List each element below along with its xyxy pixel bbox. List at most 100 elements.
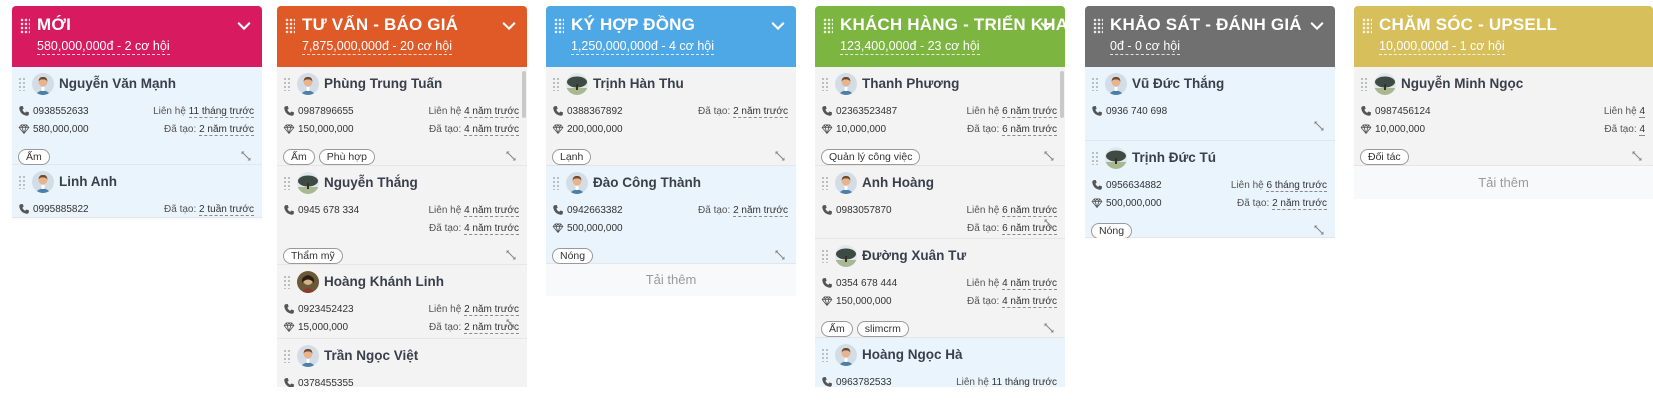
tag[interactable]: slimcrm xyxy=(856,321,909,337)
card-drag-handle-icon[interactable] xyxy=(821,249,829,263)
card-drag-handle-icon[interactable] xyxy=(283,176,291,190)
column-header[interactable]: MỚI 580,000,000đ - 2 cơ hội xyxy=(12,6,262,67)
expand-icon[interactable] xyxy=(505,248,517,260)
card-name[interactable]: Vũ Đức Thắng xyxy=(1132,76,1224,91)
phone-value[interactable]: 0945 678 334 xyxy=(298,205,359,216)
tag[interactable]: Quản lý công việc xyxy=(821,149,921,165)
phone-value[interactable]: 0942663382 xyxy=(567,205,623,216)
expand-icon[interactable] xyxy=(505,149,517,161)
opportunity-card[interactable]: Hoàng Khánh Linh 0923452423 Liên hệ 2 năm … xyxy=(277,265,527,339)
tag[interactable]: Nóng xyxy=(1091,223,1133,238)
opportunity-card[interactable]: Hoàng Ngọc Hà 0963782533 Liên hệ 11 tháng … xyxy=(815,338,1065,387)
tag[interactable]: Đối tác xyxy=(1360,149,1409,165)
expand-icon[interactable] xyxy=(1631,149,1643,161)
expand-icon[interactable] xyxy=(1043,217,1055,229)
scrollbar[interactable] xyxy=(522,71,526,118)
drag-handle-icon[interactable] xyxy=(1093,18,1103,34)
drag-handle-icon[interactable] xyxy=(823,18,833,34)
opportunity-card[interactable]: Vũ Đức Thắng 0936 740 698 xyxy=(1085,67,1335,141)
drag-handle-icon[interactable] xyxy=(1362,18,1372,34)
card-name[interactable]: Linh Anh xyxy=(59,174,117,189)
card-name[interactable]: Trần Ngọc Việt xyxy=(324,348,418,363)
card-name[interactable]: Hoàng Khánh Linh xyxy=(324,274,444,289)
expand-icon[interactable] xyxy=(1313,119,1325,131)
chevron-down-icon[interactable] xyxy=(237,19,251,33)
opportunity-card[interactable]: Linh Anh 0995885822 Đã tạo: 2 tuần trước xyxy=(12,165,262,218)
card-drag-handle-icon[interactable] xyxy=(1091,151,1099,165)
expand-icon[interactable] xyxy=(774,248,786,260)
chevron-down-icon[interactable] xyxy=(502,19,516,33)
opportunity-card[interactable]: Nguyễn Thắng 0945 678 334 Liên hệ 4 năm tr… xyxy=(277,166,527,265)
phone-value[interactable]: 0963782533 xyxy=(836,377,892,387)
phone-value[interactable]: 0378455355 xyxy=(298,378,354,387)
opportunity-card[interactable]: Nguyễn Văn Mạnh 0938552633 Liên hệ 11 thán… xyxy=(12,67,262,165)
column-header[interactable]: KÝ HỢP ĐỒNG 1,250,000,000đ - 4 cơ hội xyxy=(546,6,796,67)
card-drag-handle-icon[interactable] xyxy=(283,275,291,289)
card-name[interactable]: Hoàng Ngọc Hà xyxy=(862,347,963,362)
phone-value[interactable]: 0354 678 444 xyxy=(836,278,897,289)
card-drag-handle-icon[interactable] xyxy=(283,349,291,363)
phone-value[interactable]: 0995885822 xyxy=(33,204,89,215)
opportunity-card[interactable]: Phùng Trung Tuấn 0987896655 Liên hệ 4 năm … xyxy=(277,67,527,166)
card-name[interactable]: Phùng Trung Tuấn xyxy=(324,76,442,91)
load-more-button[interactable]: Tải thêm xyxy=(546,264,796,296)
tag[interactable]: Lạnh xyxy=(552,149,592,165)
expand-icon[interactable] xyxy=(774,149,786,161)
tag[interactable]: Ấm xyxy=(18,149,50,165)
chevron-down-icon[interactable] xyxy=(1310,19,1324,33)
column-header[interactable]: CHĂM SÓC - UPSELL 10,000,000đ - 1 cơ hội xyxy=(1354,6,1653,67)
opportunity-card[interactable]: Nguyễn Minh Ngọc 0987456124 Liên hệ 4 10,00… xyxy=(1354,67,1653,166)
card-drag-handle-icon[interactable] xyxy=(552,77,560,91)
card-drag-handle-icon[interactable] xyxy=(1360,77,1368,91)
card-name[interactable]: Nguyễn Minh Ngọc xyxy=(1401,76,1523,91)
tag[interactable]: Nóng xyxy=(552,248,594,264)
card-drag-handle-icon[interactable] xyxy=(552,176,560,190)
card-name[interactable]: Đào Công Thành xyxy=(593,175,701,190)
drag-handle-icon[interactable] xyxy=(285,18,295,34)
card-drag-handle-icon[interactable] xyxy=(18,77,26,91)
expand-icon[interactable] xyxy=(240,149,252,161)
opportunity-card[interactable]: Trần Ngọc Việt 0378455355 xyxy=(277,339,527,387)
tag[interactable]: Phù hợp xyxy=(318,149,375,165)
expand-icon[interactable] xyxy=(1043,149,1055,161)
phone-value[interactable]: 0923452423 xyxy=(298,304,354,315)
expand-icon[interactable] xyxy=(1313,223,1325,235)
phone-value[interactable]: 0983057870 xyxy=(836,205,892,216)
drag-handle-icon[interactable] xyxy=(554,18,564,34)
opportunity-card[interactable]: Thanh Phương 02363523487 Liên hệ 6 năm trư… xyxy=(815,67,1065,166)
tag[interactable]: Ấm xyxy=(283,149,315,165)
opportunity-card[interactable]: Trịnh Đức Tú 0956634882 Liên hệ 6 tháng tr… xyxy=(1085,141,1335,238)
column-header[interactable]: KHÁCH HÀNG - TRIỂN KHAI 123,400,000đ - 23… xyxy=(815,6,1073,67)
chevron-down-icon[interactable] xyxy=(1040,19,1054,33)
phone-value[interactable]: 0938552633 xyxy=(33,106,89,117)
column-header[interactable]: TƯ VẤN - BÁO GIÁ 7,875,000,000đ - 20 cơ h… xyxy=(277,6,527,67)
expand-icon[interactable] xyxy=(505,317,517,329)
scrollbar[interactable] xyxy=(1060,71,1064,118)
card-name[interactable]: Đường Xuân Tư xyxy=(862,248,966,263)
expand-icon[interactable] xyxy=(1043,321,1055,333)
card-name[interactable]: Thanh Phương xyxy=(862,76,959,91)
opportunity-card[interactable]: Trịnh Hàn Thu 0388367892 Đã tạo: 2 năm trư… xyxy=(546,67,796,166)
card-drag-handle-icon[interactable] xyxy=(821,348,829,362)
card-name[interactable]: Trịnh Đức Tú xyxy=(1132,150,1216,165)
card-drag-handle-icon[interactable] xyxy=(821,176,829,190)
load-more-button[interactable]: Tải thêm xyxy=(1354,166,1653,199)
card-drag-handle-icon[interactable] xyxy=(821,77,829,91)
card-drag-handle-icon[interactable] xyxy=(18,175,26,189)
card-name[interactable]: Nguyễn Văn Mạnh xyxy=(59,76,176,91)
tag[interactable]: Thẩm mỹ xyxy=(283,248,343,264)
chevron-down-icon[interactable] xyxy=(771,19,785,33)
phone-value[interactable]: 0388367892 xyxy=(567,106,623,117)
card-drag-handle-icon[interactable] xyxy=(1091,77,1099,91)
load-more-button[interactable]: Tải thêm xyxy=(12,218,262,220)
card-name[interactable]: Anh Hoàng xyxy=(862,175,934,190)
card-name[interactable]: Nguyễn Thắng xyxy=(324,175,418,190)
column-header[interactable]: KHẢO SÁT - ĐÁNH GIÁ 0đ - 0 cơ hội xyxy=(1085,6,1335,67)
phone-value[interactable]: 02363523487 xyxy=(836,106,897,117)
tag[interactable]: Ấm xyxy=(821,321,853,337)
opportunity-card[interactable]: Đào Công Thành 0942663382 Đã tạo: 2 năm tr… xyxy=(546,166,796,264)
card-drag-handle-icon[interactable] xyxy=(283,77,291,91)
opportunity-card[interactable]: Anh Hoàng 0983057870 Liên hệ 6 năm trước Đã… xyxy=(815,166,1065,239)
opportunity-card[interactable]: Đường Xuân Tư 0354 678 444 Liên hệ 4 năm t… xyxy=(815,239,1065,338)
phone-value[interactable]: 0987456124 xyxy=(1375,106,1431,117)
